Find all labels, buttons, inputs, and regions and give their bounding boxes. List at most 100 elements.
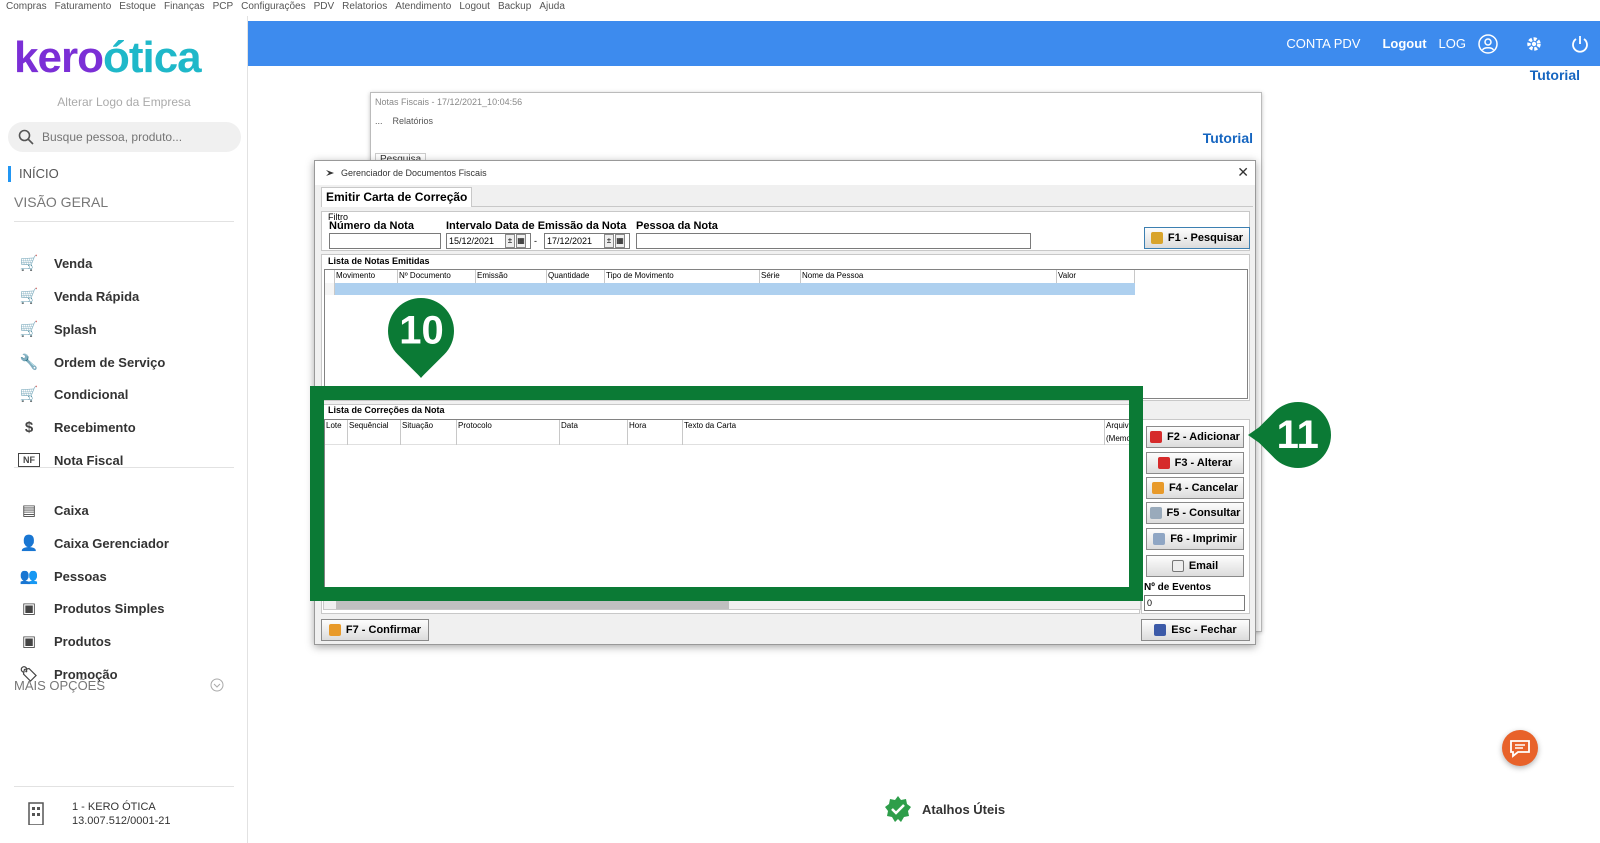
email-button[interactable]: Email (1146, 555, 1244, 577)
company-info[interactable]: 1 - KERO ÓTICA 13.007.512/0001-21 (26, 801, 170, 827)
column-header[interactable]: Nº Documento (398, 270, 476, 283)
sidebar-item-venda[interactable]: 🛒 Venda (18, 252, 238, 274)
top-menu-ajuda[interactable]: Ajuda (539, 0, 565, 16)
gear-icon[interactable] (1524, 34, 1544, 54)
table-cell[interactable] (683, 433, 1105, 445)
search-box[interactable] (8, 122, 241, 152)
chat-button[interactable] (1502, 730, 1538, 766)
horizontal-scrollbar[interactable] (323, 598, 1141, 610)
user-icon[interactable] (1478, 33, 1498, 54)
actions-panel: F2 - Adicionar F3 - Alterar F4 - Cancela… (1141, 419, 1250, 614)
table-cell[interactable]: (Memo) (1105, 433, 1135, 445)
tab-emitir-carta[interactable]: Emitir Carta de Correção (321, 187, 473, 207)
search-input[interactable] (42, 130, 222, 144)
cancelar-button[interactable]: F4 - Cancelar (1146, 477, 1244, 499)
column-header[interactable]: Hora (628, 420, 683, 433)
chat-bubble-icon (1510, 740, 1530, 758)
top-menu-estoque[interactable]: Estoque (119, 0, 156, 16)
column-header[interactable]: Protocolo (457, 420, 560, 433)
nav-inicio[interactable]: INÍCIO (8, 166, 59, 182)
sidebar-item-condicional[interactable]: 🛒 Condicional (18, 383, 238, 405)
date-from-picker[interactable]: ± ▦ (505, 234, 527, 248)
column-header[interactable]: Tipo de Movimento (605, 270, 760, 283)
top-menu-bar: Compras Faturamento Estoque Finanças PCP Conf… (0, 0, 1600, 16)
adicionar-button[interactable]: F2 - Adicionar (1146, 426, 1244, 448)
conta-pdv-link[interactable]: CONTA PDV (1286, 36, 1360, 51)
sidebar-item-label: Produtos (54, 633, 112, 649)
alterar-button[interactable]: F3 - Alterar (1146, 452, 1244, 474)
consultar-button[interactable]: F5 - Consultar (1146, 502, 1244, 524)
table-cell[interactable] (457, 433, 560, 445)
mais-opcoes-toggle[interactable]: MAIS OPÇÕES (14, 678, 224, 693)
window-tutorial-link[interactable]: Tutorial (1203, 130, 1253, 146)
check-icon (328, 624, 341, 636)
sidebar-item-produtos-simples[interactable]: ▣ Produtos Simples (18, 597, 238, 619)
close-icon[interactable]: ✕ (1237, 164, 1249, 181)
column-header[interactable]: Movimento (335, 270, 398, 283)
sidebar-item-pessoas[interactable]: 👥 Pessoas (18, 565, 238, 587)
step-marker-11: 11 (1251, 388, 1345, 482)
top-menu-configuracoes[interactable]: Configurações (241, 0, 305, 16)
table-cell[interactable] (628, 433, 683, 445)
top-menu-relatorios[interactable]: Relatorios (342, 0, 387, 16)
column-header[interactable]: Lote (325, 420, 348, 433)
sidebar-item-produtos[interactable]: ▣ Produtos (18, 630, 238, 652)
pesquisar-button[interactable]: F1 - Pesquisar (1144, 227, 1250, 249)
top-menu-pcp[interactable]: PCP (213, 0, 234, 16)
confirmar-button[interactable]: F7 - Confirmar (321, 619, 429, 641)
sidebar-item-splash[interactable]: 🛒 Splash (18, 318, 238, 340)
top-menu-faturamento[interactable]: Faturamento (55, 0, 112, 16)
magnifier-icon (1149, 507, 1162, 519)
top-menu-pdv[interactable]: PDV (314, 0, 335, 16)
date-to-picker[interactable]: ± ▦ (604, 234, 626, 248)
pessoa-input[interactable] (636, 233, 1031, 249)
column-header[interactable]: Sequêncial (348, 420, 401, 433)
column-header[interactable]: Emissão (476, 270, 547, 283)
sidebar-item-recebimento[interactable]: $ Recebimento (18, 416, 238, 438)
column-header[interactable]: Série (760, 270, 801, 283)
top-header: CONTA PDV Logout LOG (248, 21, 1600, 66)
menu-relatorios[interactable]: Relatórios (393, 116, 434, 126)
alter-logo-link[interactable]: Alterar Logo da Empresa (0, 95, 248, 109)
correcoes-grid[interactable]: Lote Sequêncial Situação Protocolo Data Hora T… (324, 419, 1136, 599)
atalhos-uteis[interactable]: Atalhos Úteis (884, 795, 1005, 823)
top-menu-backup[interactable]: Backup (498, 0, 531, 16)
top-menu-atendimento[interactable]: Atendimento (395, 0, 451, 16)
power-icon[interactable] (1570, 34, 1590, 54)
column-header[interactable]: Texto da Carta (683, 420, 1105, 433)
top-menu-compras[interactable]: Compras (6, 0, 47, 16)
logout-link[interactable]: Logout (1382, 36, 1426, 51)
lista-notas-label: Lista de Notas Emitidas (328, 256, 430, 266)
log-link[interactable]: LOG (1439, 36, 1466, 51)
column-header[interactable]: Arquivo (1105, 420, 1135, 433)
numero-nota-input[interactable] (329, 233, 441, 249)
company-name: 1 - KERO ÓTICA (72, 801, 156, 813)
imprimir-button[interactable]: F6 - Imprimir (1146, 528, 1244, 550)
notas-grid[interactable]: Movimento Nº Documento Emissão Quantidade Ti… (324, 269, 1248, 399)
top-menu-logout[interactable]: Logout (459, 0, 490, 16)
window-title: Notas Fiscais - 17/12/2021_10:04:56 (375, 97, 523, 107)
nav-visao-geral[interactable]: VISÃO GERAL (14, 194, 108, 210)
atalhos-label: Atalhos Úteis (922, 801, 1006, 817)
column-header[interactable]: Data (560, 420, 628, 433)
selected-row[interactable] (335, 283, 1135, 295)
menu-dots[interactable]: ... (375, 116, 383, 126)
table-cell[interactable] (560, 433, 628, 445)
sidebar-item-caixa[interactable]: ▤ Caixa (18, 499, 238, 521)
user-money-icon: 👤 (19, 535, 39, 552)
divider (14, 786, 234, 787)
tutorial-link[interactable]: Tutorial (1530, 67, 1580, 83)
sidebar-item-caixa-gerenciador[interactable]: 👤 Caixa Gerenciador (18, 532, 238, 554)
column-header[interactable]: Quantidade (547, 270, 605, 283)
table-cell[interactable] (325, 433, 348, 445)
top-menu-financas[interactable]: Finanças (164, 0, 205, 16)
column-header[interactable]: Nome da Pessoa (801, 270, 1057, 283)
table-cell[interactable] (348, 433, 401, 445)
table-cell[interactable] (401, 433, 457, 445)
fechar-button[interactable]: Esc - Fechar (1141, 619, 1250, 641)
column-header[interactable]: Situação (401, 420, 457, 433)
column-header[interactable]: Valor (1057, 270, 1135, 283)
sidebar-item-ordem-de-servico[interactable]: 🔧 Ordem de Serviço (18, 351, 238, 373)
scrollbar-thumb[interactable] (336, 600, 729, 609)
sidebar-item-venda-rapida[interactable]: 🛒 Venda Rápida (18, 285, 238, 307)
